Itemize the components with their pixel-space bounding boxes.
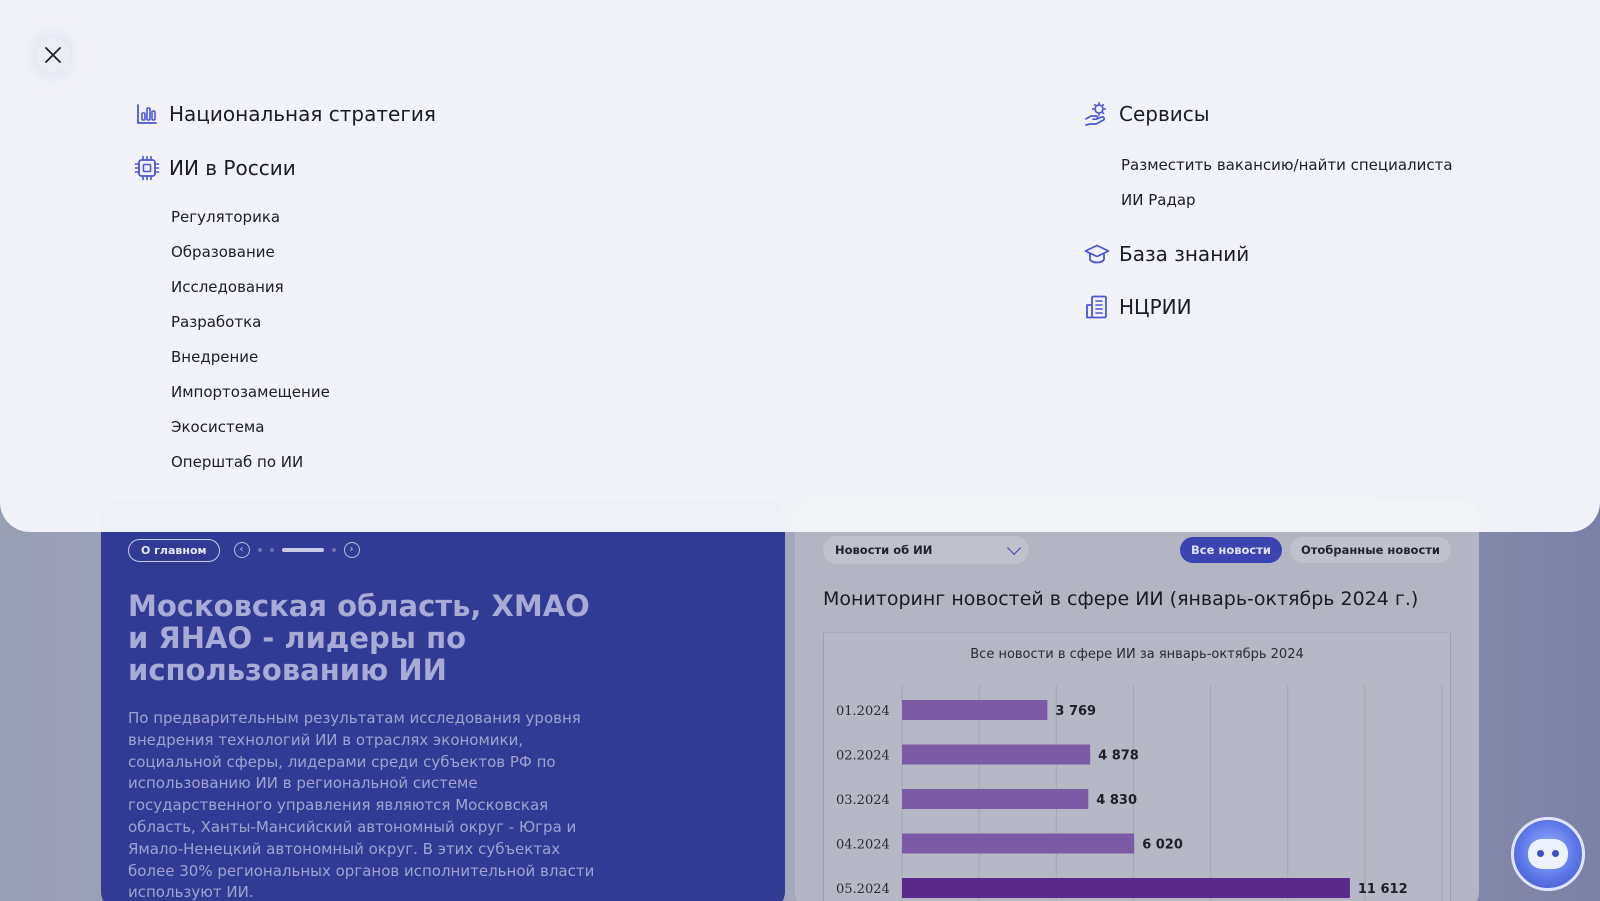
slider-controls: ‹ › — [233, 542, 360, 558]
menu-section-national-strategy[interactable]: Национальная стратегия — [134, 100, 436, 128]
submenu-item-education[interactable]: Образование — [171, 235, 436, 270]
tab-selected-news[interactable]: Отобранные новости — [1289, 537, 1451, 563]
submenu-item-ecosystem[interactable]: Экосистема — [171, 410, 436, 445]
menu-section-ncrii[interactable]: НЦРИИ — [1084, 293, 1453, 321]
chart-bar — [902, 878, 1350, 898]
bar-chart-icon — [134, 101, 160, 127]
chart-category-label: 04.2024 — [836, 838, 890, 853]
news-top-bar: Новости об ИИ Все новости Отобранные нов… — [823, 536, 1451, 564]
hand-gear-icon — [1084, 101, 1110, 127]
slider-dot[interactable] — [269, 548, 274, 552]
menu-section-label: Национальная стратегия — [169, 102, 436, 126]
chart-category-label: 02.2024 — [836, 749, 890, 764]
ai-russia-submenu: Регуляторика Образование Исследования Ра… — [134, 200, 436, 480]
assistant-bot-button[interactable] — [1511, 817, 1585, 891]
hero-badge[interactable]: О главном — [128, 538, 220, 562]
news-type-select-value: Новости об ИИ — [835, 543, 933, 557]
menu-section-knowledge-base[interactable]: База знаний — [1084, 240, 1453, 268]
submenu-item-implementation[interactable]: Внедрение — [171, 340, 436, 375]
submenu-item-development[interactable]: Разработка — [171, 305, 436, 340]
menu-section-label: ИИ в России — [169, 156, 296, 180]
slider-dot[interactable] — [331, 548, 336, 552]
news-type-select[interactable]: Новости об ИИ — [823, 536, 1029, 564]
chart-category-label: 05.2024 — [836, 882, 890, 897]
submenu-item-import-substitution[interactable]: Импортозамещение — [171, 375, 436, 410]
building-icon — [1084, 294, 1110, 320]
chart-value-label: 4 830 — [1096, 793, 1137, 808]
chart-value-label: 3 769 — [1055, 704, 1096, 719]
close-icon — [45, 47, 61, 63]
submenu-item-research[interactable]: Исследования — [171, 270, 436, 305]
menu-section-label: НЦРИИ — [1119, 295, 1192, 319]
hero-top-bar: О главном ‹ › — [128, 536, 759, 564]
menu-left-column: Национальная стратегия ИИ в России Регул… — [134, 100, 436, 480]
menu-right-column: Сервисы Разместить вакансию/найти специа… — [1084, 100, 1453, 321]
slider-dot-active[interactable] — [281, 548, 324, 552]
chart-category-label: 03.2024 — [836, 793, 890, 808]
chip-icon — [134, 155, 160, 181]
chart-value-label: 4 878 — [1098, 749, 1139, 764]
chart-bar — [902, 833, 1135, 854]
close-menu-button[interactable] — [36, 38, 70, 72]
slider-dot[interactable] — [257, 548, 262, 552]
news-section-title: Мониторинг новостей в сфере ИИ (январь-о… — [823, 588, 1419, 610]
chart-bar — [902, 789, 1089, 809]
slider-next-icon[interactable]: › — [343, 542, 360, 558]
chart-value-label: 11 612 — [1358, 882, 1408, 897]
chart-bar — [902, 700, 1048, 720]
slider-prev-icon[interactable]: ‹ — [233, 542, 250, 558]
hero-card: О главном ‹ › Московская область, ХМАО и… — [101, 500, 785, 901]
services-submenu: Разместить вакансию/найти специалиста ИИ… — [1084, 148, 1453, 218]
robot-icon — [1528, 839, 1568, 869]
tab-all-news[interactable]: Все новости — [1180, 537, 1282, 563]
menu-section-label: База знаний — [1119, 242, 1250, 266]
chart-plot: 01.2024 3 769 02.2024 4 878 03.2024 4 830 04.2… — [836, 685, 1443, 901]
submenu-item-ai-radar[interactable]: ИИ Радар — [1121, 183, 1453, 218]
news-card: Новости об ИИ Все новости Отобранные нов… — [795, 500, 1479, 901]
submenu-item-ai-headquarters[interactable]: Оперштаб по ИИ — [171, 445, 436, 480]
menu-section-ai-in-russia[interactable]: ИИ в России — [134, 154, 436, 182]
chart-bar — [902, 744, 1091, 765]
chevron-down-icon — [1007, 540, 1022, 555]
hero-text: По предварительным результатам исследова… — [128, 709, 595, 901]
chart-category-label: 01.2024 — [836, 704, 890, 719]
menu-section-services[interactable]: Сервисы — [1084, 100, 1453, 128]
graduation-cap-icon — [1084, 241, 1110, 267]
chart-value-label: 6 020 — [1142, 838, 1183, 853]
submenu-item-post-vacancy[interactable]: Разместить вакансию/найти специалиста — [1121, 148, 1453, 183]
news-chart: Все новости в сфере ИИ за январь-октябрь… — [823, 632, 1451, 901]
hero-title: Московская область, ХМАО и ЯНАО - лидеры… — [128, 589, 590, 687]
submenu-item-regulation[interactable]: Регуляторика — [171, 200, 436, 235]
menu-section-label: Сервисы — [1119, 102, 1210, 126]
main-menu-overlay: Национальная стратегия ИИ в России Регул… — [0, 0, 1600, 532]
